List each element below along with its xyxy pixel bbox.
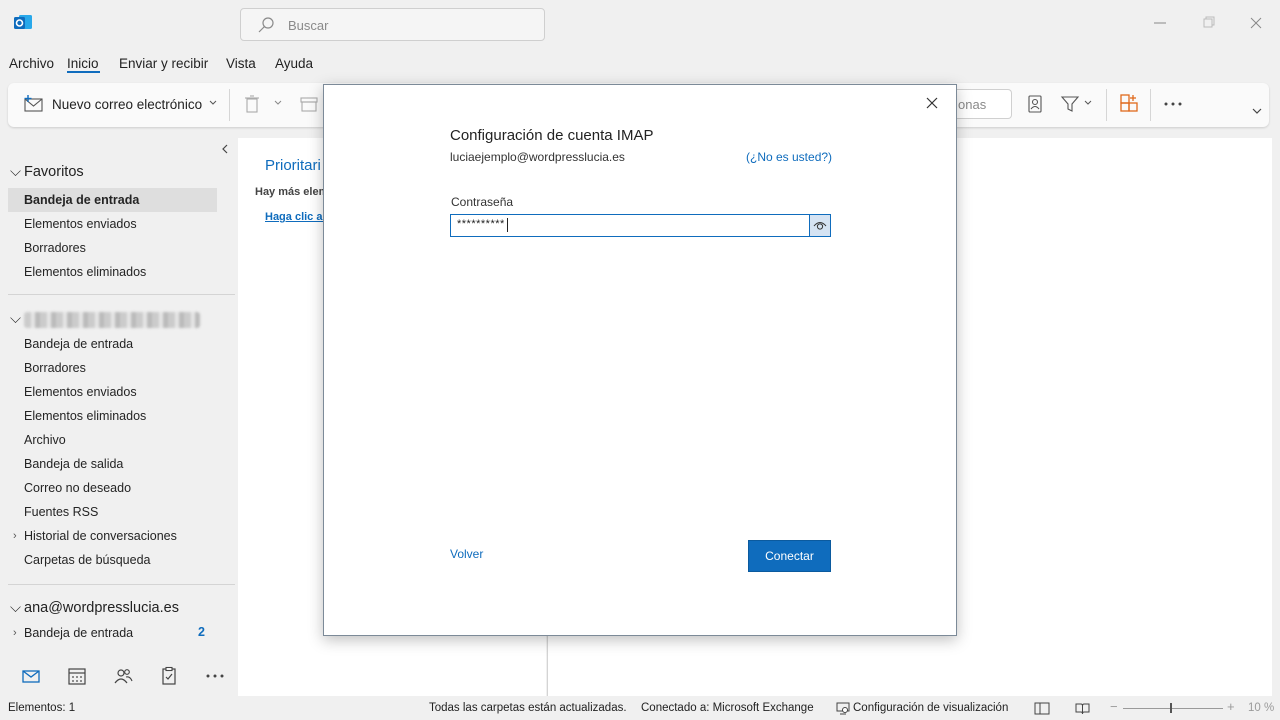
archive-icon[interactable] [299,94,319,114]
ribbon-separator [229,89,230,121]
folder-inbox[interactable]: Bandeja de entrada [24,337,133,351]
chevron-right-icon[interactable]: › [13,530,17,542]
reading-view-icon[interactable] [1075,702,1090,715]
menu-ayuda[interactable]: Ayuda [275,56,313,71]
chevron-down-icon: ⌵ [10,600,21,616]
search-placeholder: Buscar [288,18,329,33]
favorite-sent[interactable]: Elementos enviados [24,217,137,231]
folder-search-folders[interactable]: Carpetas de búsqueda [24,553,150,567]
favorite-inbox[interactable]: Bandeja de entrada [24,193,139,207]
folder-rss[interactable]: Fuentes RSS [24,505,98,519]
account-header-blurred[interactable]: ⌵ [10,311,24,327]
display-settings-button[interactable]: Configuración de visualización [853,702,1008,714]
password-value: ********** [457,218,505,230]
ribbon-separator [1150,89,1151,121]
tab-focused[interactable]: Prioritari [265,157,321,174]
dialog-title: Configuración de cuenta IMAP [450,127,654,144]
normal-view-icon[interactable] [1034,702,1050,715]
sync-status: Todas las carpetas están actualizadas. [429,702,627,714]
minimize-icon[interactable] [1151,14,1169,32]
password-field[interactable]: ********** [450,214,831,237]
people-icon[interactable] [113,666,133,686]
password-label: Contraseña [451,195,514,209]
delete-options-chevron-icon[interactable] [273,98,283,108]
expand-ribbon-icon[interactable] [1251,105,1263,117]
chevron-down-icon[interactable] [208,98,218,108]
active-menu-indicator [67,71,100,73]
text-caret [507,218,508,232]
menu-enviar-recibir[interactable]: Enviar y recibir [119,56,208,71]
close-window-icon[interactable] [1247,14,1265,32]
folder-deleted[interactable]: Elementos eliminados [24,409,146,423]
search-people-placeholder: onas [958,97,987,112]
address-book-icon[interactable] [1025,94,1045,114]
menu-archivo[interactable]: Archivo [9,56,54,71]
account-email: luciaejemplo@wordpresslucia.es [450,150,625,164]
folder-sent[interactable]: Elementos enviados [24,385,137,399]
chevron-down-icon: ⌵ [10,311,21,327]
zoom-slider-track[interactable] [1123,708,1223,709]
blurred-account-name [24,312,200,328]
more-apps-icon[interactable] [205,666,225,686]
module-nav [0,656,238,696]
delete-icon[interactable] [242,94,262,114]
search-input[interactable]: Buscar [240,8,545,41]
zoom-in-button[interactable]: + [1227,699,1235,714]
account3-header[interactable]: ⌵ ana@wordpresslucia.es [10,600,179,616]
menu-vista[interactable]: Vista [226,56,256,71]
favorites-header[interactable]: ⌵ Favoritos [10,164,84,180]
add-apps-icon[interactable] [1119,94,1139,114]
outlook-logo-icon [14,15,32,29]
menu-bar: Archivo Inicio Enviar y recibir Vista Ay… [0,50,400,78]
mail-icon[interactable] [21,666,41,686]
close-icon[interactable] [924,95,940,111]
search-people-input[interactable]: onas [948,89,1012,119]
zoom-level: 10 % [1248,702,1275,714]
back-link[interactable]: Volver [450,547,483,561]
search-icon [258,17,274,33]
not-you-link[interactable]: (¿No es usted?) [746,150,832,164]
folder-drafts[interactable]: Borradores [24,361,86,375]
status-bar: Elementos: 1 Todas las carpetas están ac… [0,697,1280,720]
new-mail-label: Nuevo correo electrónico [52,97,203,112]
account3-inbox[interactable]: Bandeja de entrada [24,626,133,640]
eye-icon [813,222,827,230]
item-count: Elementos: 1 [8,702,76,714]
folder-outbox[interactable]: Bandeja de salida [24,457,123,471]
message-list-link[interactable]: Haga clic ac [265,211,329,223]
chevron-right-icon[interactable]: › [13,627,17,639]
divider [8,584,235,585]
title-bar: Buscar [0,0,1280,48]
folder-junk[interactable]: Correo no deseado [24,481,131,495]
filter-chevron-icon[interactable] [1083,98,1093,108]
divider [8,294,235,295]
more-options-icon[interactable] [1163,94,1183,114]
restore-icon[interactable] [1199,14,1217,32]
message-list-info: Hay más elem [255,186,329,198]
connect-button[interactable]: Conectar [748,540,831,572]
calendar-icon[interactable] [67,666,87,686]
connection-status: Conectado a: Microsoft Exchange [641,702,814,714]
chevron-down-icon: ⌵ [10,164,21,180]
collapse-pane-icon[interactable] [219,143,231,155]
unread-count-badge: 2 [198,625,205,639]
display-settings-icon [836,702,850,715]
favorite-drafts[interactable]: Borradores [24,241,86,255]
show-password-button[interactable] [809,215,830,236]
filter-icon[interactable] [1060,94,1080,114]
folder-archive[interactable]: Archivo [24,433,66,447]
folder-conversation-history[interactable]: Historial de conversaciones [24,529,177,543]
ribbon-separator [1106,89,1107,121]
favorite-deleted[interactable]: Elementos eliminados [24,265,146,279]
new-mail-icon [24,95,43,112]
zoom-slider-thumb[interactable] [1170,703,1172,713]
zoom-out-button[interactable]: − [1110,699,1118,714]
menu-inicio[interactable]: Inicio [67,56,99,71]
imap-account-dialog: Configuración de cuenta IMAP luciaejempl… [323,84,957,636]
tasks-icon[interactable] [159,666,179,686]
